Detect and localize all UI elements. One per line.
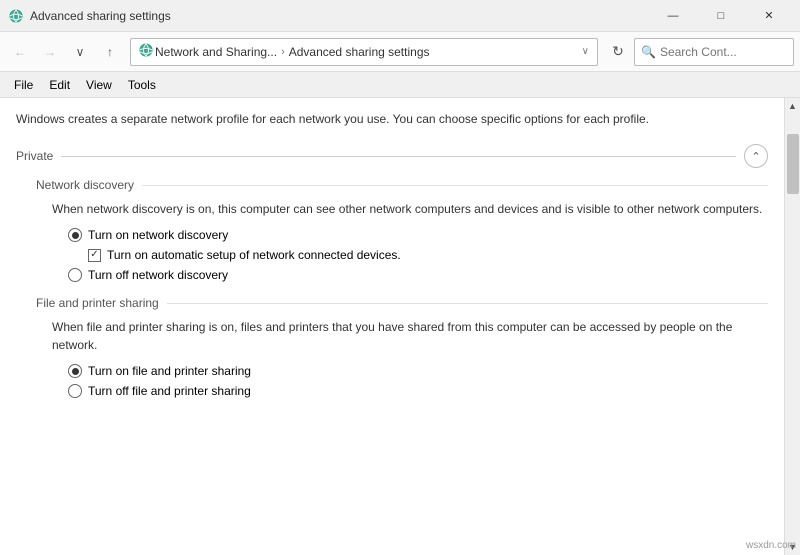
watermark: wsxdn.com bbox=[746, 540, 796, 551]
maximize-button[interactable]: □ bbox=[698, 1, 744, 31]
breadcrumb-separator: › bbox=[281, 46, 285, 58]
section-divider bbox=[61, 156, 736, 157]
menu-edit[interactable]: Edit bbox=[41, 74, 78, 96]
radio-turn-on-sharing[interactable]: Turn on file and printer sharing bbox=[68, 364, 768, 378]
menu-tools[interactable]: Tools bbox=[120, 74, 164, 96]
refresh-button[interactable]: ↻ bbox=[604, 38, 632, 66]
network-discovery-section: Network discovery When network discovery… bbox=[36, 178, 768, 282]
file-sharing-section: File and printer sharing When file and p… bbox=[36, 296, 768, 398]
title-bar-text: Advanced sharing settings bbox=[30, 9, 650, 23]
forward-button[interactable]: → bbox=[36, 38, 64, 66]
file-sharing-options: Turn on file and printer sharing Turn of… bbox=[68, 364, 768, 398]
fs-title-line bbox=[167, 303, 768, 304]
scroll-up-arrow[interactable]: ▲ bbox=[785, 98, 800, 114]
close-button[interactable]: ✕ bbox=[746, 1, 792, 31]
file-sharing-header: File and printer sharing bbox=[36, 296, 768, 310]
nd-title-line bbox=[142, 185, 768, 186]
main-content: Windows creates a separate network profi… bbox=[0, 98, 784, 555]
private-section-header: Private ⌃ bbox=[16, 144, 768, 168]
file-sharing-description: When file and printer sharing is on, fil… bbox=[52, 318, 768, 354]
private-section: Private ⌃ Network discovery When network… bbox=[16, 144, 768, 398]
scrollbar[interactable]: ▲ ▼ bbox=[784, 98, 800, 555]
dropdown-button[interactable]: ∨ bbox=[66, 38, 94, 66]
title-bar-icon bbox=[8, 8, 24, 24]
up-button[interactable]: ↑ bbox=[96, 38, 124, 66]
search-input[interactable] bbox=[660, 45, 800, 59]
breadcrumb-icon bbox=[139, 43, 153, 60]
network-discovery-header: Network discovery bbox=[36, 178, 768, 192]
radio-off-label: Turn off network discovery bbox=[88, 268, 228, 282]
private-section-title: Private bbox=[16, 149, 53, 163]
network-discovery-options: Turn on network discovery Turn on automa… bbox=[68, 228, 768, 282]
radio-sharing-on-label: Turn on file and printer sharing bbox=[88, 364, 251, 378]
checkbox-auto-setup[interactable]: Turn on automatic setup of network conne… bbox=[88, 248, 768, 262]
radio-sharing-off-label: Turn off file and printer sharing bbox=[88, 384, 251, 398]
radio-sharing-on-indicator bbox=[68, 364, 82, 378]
network-discovery-description: When network discovery is on, this compu… bbox=[52, 200, 768, 218]
back-button[interactable]: ← bbox=[6, 38, 34, 66]
content-wrapper: Windows creates a separate network profi… bbox=[0, 98, 800, 555]
breadcrumb: Network and Sharing... › Advanced sharin… bbox=[139, 43, 578, 60]
checkbox-auto-indicator bbox=[88, 249, 101, 262]
address-field[interactable]: Network and Sharing... › Advanced sharin… bbox=[130, 38, 598, 66]
radio-on-indicator bbox=[68, 228, 82, 242]
address-bar: ← → ∨ ↑ Network and Sharing... › Advance… bbox=[0, 32, 800, 72]
radio-sharing-off-indicator bbox=[68, 384, 82, 398]
file-sharing-title: File and printer sharing bbox=[36, 296, 159, 310]
minimize-button[interactable]: — bbox=[650, 1, 696, 31]
private-collapse-btn[interactable]: ⌃ bbox=[744, 144, 768, 168]
scroll-track[interactable] bbox=[785, 114, 800, 539]
radio-off-indicator bbox=[68, 268, 82, 282]
title-bar: Advanced sharing settings — □ ✕ bbox=[0, 0, 800, 32]
scroll-thumb[interactable] bbox=[787, 134, 799, 194]
radio-on-label: Turn on network discovery bbox=[88, 228, 228, 242]
radio-turn-on-discovery[interactable]: Turn on network discovery bbox=[68, 228, 768, 242]
checkbox-auto-label: Turn on automatic setup of network conne… bbox=[107, 248, 401, 262]
breadcrumb-current: Advanced sharing settings bbox=[289, 45, 430, 59]
radio-turn-off-discovery[interactable]: Turn off network discovery bbox=[68, 268, 768, 282]
search-icon: 🔍 bbox=[641, 45, 656, 59]
menu-bar: File Edit View Tools bbox=[0, 72, 800, 98]
network-discovery-title: Network discovery bbox=[36, 178, 134, 192]
title-bar-buttons: — □ ✕ bbox=[650, 1, 792, 31]
intro-text: Windows creates a separate network profi… bbox=[16, 110, 768, 128]
menu-file[interactable]: File bbox=[6, 74, 41, 96]
address-dropdown-btn[interactable]: ∨ bbox=[582, 46, 589, 57]
breadcrumb-network: Network and Sharing... bbox=[155, 45, 277, 59]
search-box[interactable]: 🔍 bbox=[634, 38, 794, 66]
menu-view[interactable]: View bbox=[78, 74, 120, 96]
radio-turn-off-sharing[interactable]: Turn off file and printer sharing bbox=[68, 384, 768, 398]
